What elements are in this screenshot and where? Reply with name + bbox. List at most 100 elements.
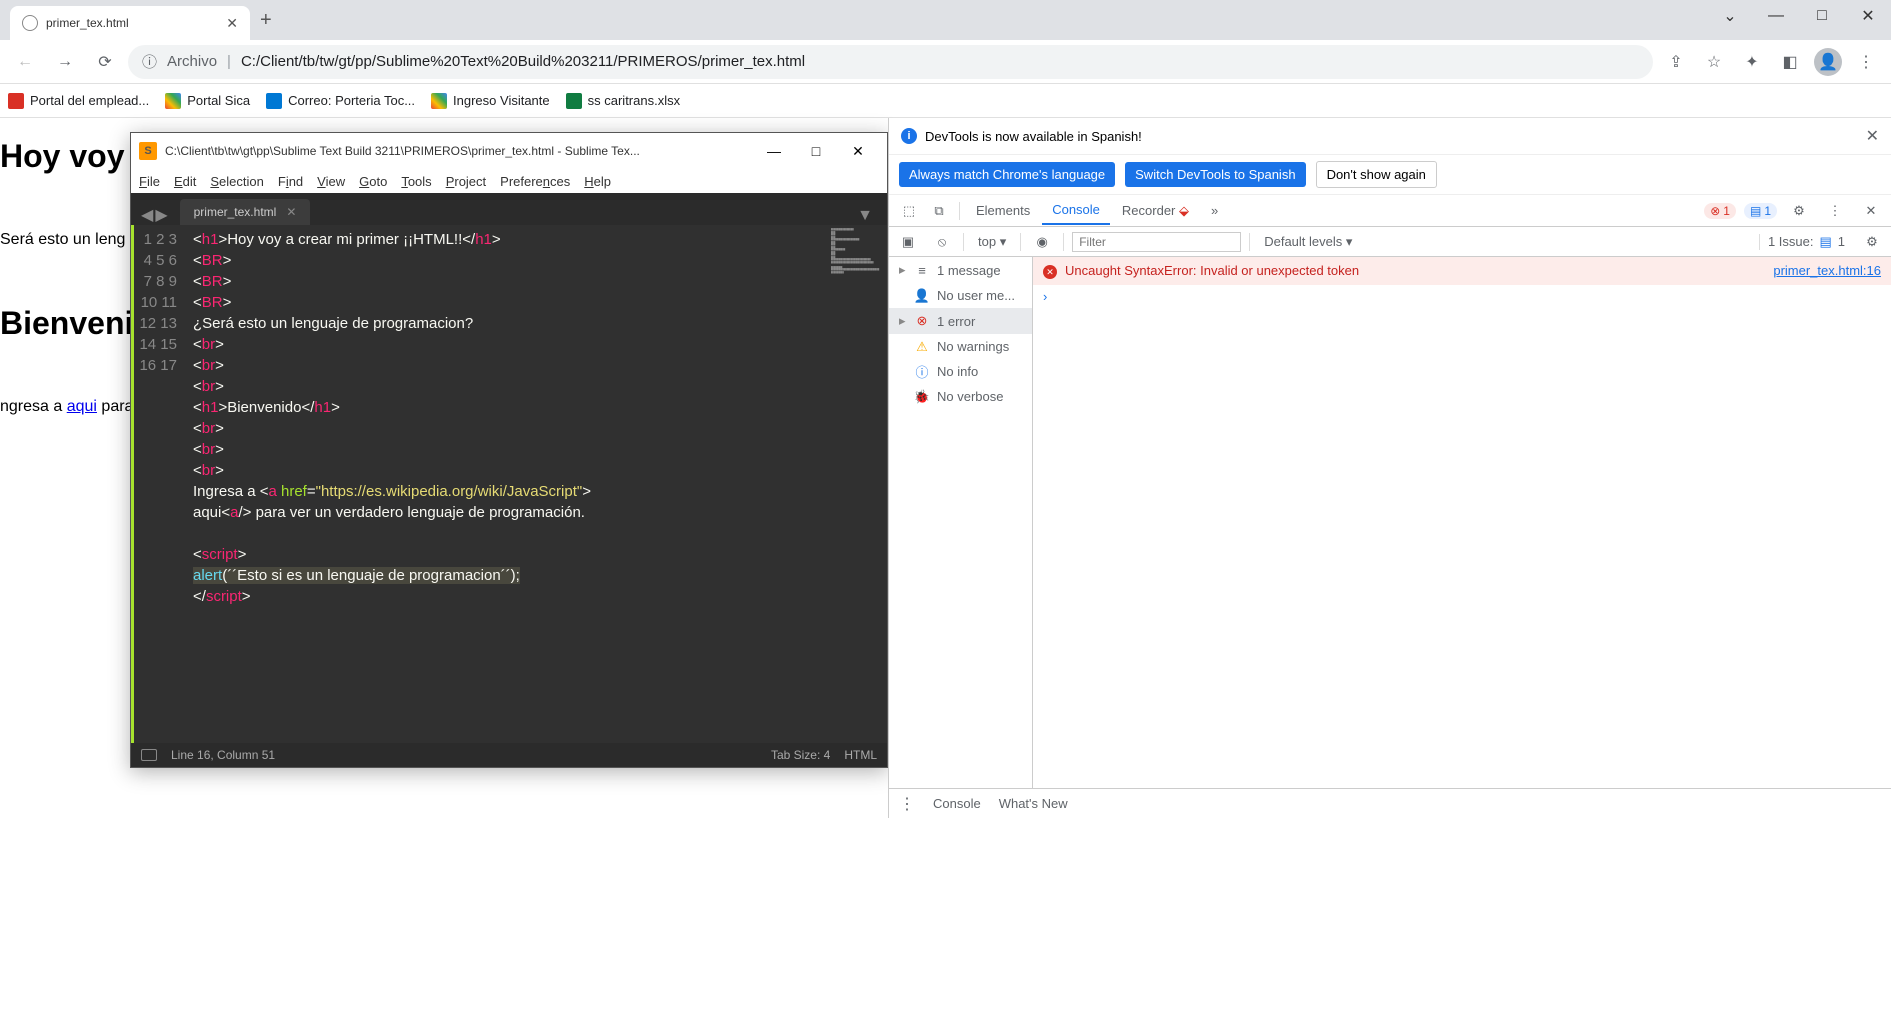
console-prompt[interactable]: › <box>1033 285 1891 308</box>
browser-tab-strip: primer_tex.html ✕ + ⌄ — □ ✕ <box>0 0 1891 40</box>
devtools-tabs: ⬚ ⧉ Elements Console Recorder ⬙ » ⊗ 1 ▤ … <box>889 195 1891 227</box>
clear-console-icon[interactable]: ⦸ <box>929 229 955 255</box>
error-source-link[interactable]: primer_tex.html:16 <box>1773 263 1881 279</box>
console-settings-icon[interactable]: ⚙ <box>1859 229 1885 255</box>
sidebar-info[interactable]: ⓘNo info <box>889 359 1032 384</box>
sidebar-user[interactable]: 👤No user me... <box>889 283 1032 308</box>
reload-button[interactable]: ⟳ <box>88 45 122 79</box>
device-toggle-icon[interactable]: ⧉ <box>925 197 953 225</box>
info-icon: i <box>901 128 917 144</box>
browser-tab[interactable]: primer_tex.html ✕ <box>10 6 250 40</box>
error-icon: ✕ <box>1043 265 1057 279</box>
close-file-icon[interactable]: ✕ <box>286 205 296 219</box>
sublime-editor[interactable]: 1 2 3 4 5 6 7 8 9 10 11 12 13 14 15 16 1… <box>131 225 887 743</box>
page-h1: Hoy voy <box>0 138 133 175</box>
window-caret[interactable]: ⌄ <box>1707 0 1753 32</box>
address-bar[interactable]: ⓘ Archivo | C:/Client/tb/tw/gt/pp/Sublim… <box>128 45 1653 79</box>
tab-more[interactable]: » <box>1201 197 1228 224</box>
settings-icon[interactable]: ⚙ <box>1785 197 1813 225</box>
sidebar-errors[interactable]: ▸⊗1 error <box>889 308 1032 334</box>
menu-icon[interactable]: ⋮ <box>1849 45 1883 79</box>
url-scheme: Archivo <box>167 53 217 70</box>
back-button[interactable]: ← <box>8 45 42 79</box>
sidebar-messages[interactable]: ▸≡1 message <box>889 257 1032 283</box>
tab-recorder[interactable]: Recorder ⬙ <box>1112 197 1199 225</box>
menu-find[interactable]: Find <box>278 174 303 189</box>
window-maximize[interactable]: □ <box>1799 0 1845 32</box>
line-numbers: 1 2 3 4 5 6 7 8 9 10 11 12 13 14 15 16 1… <box>131 225 187 743</box>
issues-badge[interactable]: 1 Issue: ▤ 1 <box>1759 234 1851 250</box>
tab-nav[interactable]: ◀▶ <box>137 205 172 225</box>
sidebar-verbose[interactable]: 🐞No verbose <box>889 384 1032 409</box>
dont-show-button[interactable]: Don't show again <box>1316 161 1437 188</box>
always-match-button[interactable]: Always match Chrome's language <box>899 162 1115 187</box>
globe-icon <box>22 15 38 31</box>
tab-elements[interactable]: Elements <box>966 197 1040 224</box>
banner-close-icon[interactable]: ✕ <box>1866 126 1879 146</box>
sublime-maximize[interactable]: □ <box>795 136 837 166</box>
share-icon[interactable]: ⇪ <box>1659 45 1693 79</box>
console-error-row[interactable]: ✕ Uncaught SyntaxError: Invalid or unexp… <box>1033 257 1891 285</box>
drawer-whatsnew-tab[interactable]: What's New <box>999 796 1068 811</box>
menu-goto[interactable]: Goto <box>359 174 387 189</box>
profile-avatar[interactable]: 👤 <box>1811 45 1845 79</box>
drawer-console-tab[interactable]: Console <box>933 796 981 811</box>
sublime-titlebar[interactable]: S C:\Client\tb\tw\gt\pp\Sublime Text Bui… <box>131 133 887 169</box>
banner-text: DevTools is now available in Spanish! <box>925 129 1142 144</box>
tab-console[interactable]: Console <box>1042 196 1110 225</box>
sublime-minimize[interactable]: — <box>753 136 795 166</box>
bookmark-item[interactable]: Ingreso Visitante <box>431 93 550 109</box>
bookmark-star-icon[interactable]: ☆ <box>1697 45 1731 79</box>
menu-view[interactable]: View <box>317 174 345 189</box>
sidebar-toggle-icon[interactable]: ▣ <box>895 229 921 255</box>
inspect-icon[interactable]: ⬚ <box>895 197 923 225</box>
sublime-app-icon: S <box>139 142 157 160</box>
live-expression-icon[interactable]: ◉ <box>1029 229 1055 255</box>
filter-input[interactable] <box>1072 232 1241 252</box>
page-link[interactable]: aqui <box>67 398 97 415</box>
sublime-menu-bar: File Edit Selection Find View Goto Tools… <box>131 169 887 193</box>
side-panel-icon[interactable]: ◧ <box>1773 45 1807 79</box>
context-select[interactable]: top ▾ <box>972 232 1012 252</box>
menu-preferences[interactable]: Preferences <box>500 174 570 189</box>
close-tab-icon[interactable]: ✕ <box>226 15 238 32</box>
sidebar-warnings[interactable]: ⚠No warnings <box>889 334 1032 359</box>
menu-tools[interactable]: Tools <box>401 174 431 189</box>
tab-dropdown-icon[interactable]: ▼ <box>849 207 881 225</box>
minimap[interactable]: ████████████████ ███ ███ ███ ███████████… <box>827 225 887 743</box>
forward-button[interactable]: → <box>48 45 82 79</box>
cursor-position[interactable]: Line 16, Column 51 <box>171 748 275 762</box>
bookmark-item[interactable]: Portal Sica <box>165 93 250 109</box>
bookmark-icon <box>266 93 282 109</box>
console-output[interactable]: ✕ Uncaught SyntaxError: Invalid or unexp… <box>1033 257 1891 788</box>
syntax-mode[interactable]: HTML <box>844 748 877 762</box>
panel-icon[interactable] <box>141 749 157 761</box>
drawer-menu-icon[interactable]: ⋮ <box>899 794 915 814</box>
menu-file[interactable]: File <box>139 174 160 189</box>
new-tab-button[interactable]: + <box>260 9 272 32</box>
site-info-icon[interactable]: ⓘ <box>142 51 157 72</box>
switch-spanish-button[interactable]: Switch DevTools to Spanish <box>1125 162 1305 187</box>
menu-edit[interactable]: Edit <box>174 174 196 189</box>
devtools-close-icon[interactable]: ✕ <box>1857 197 1885 225</box>
sublime-close[interactable]: ✕ <box>837 136 879 166</box>
message-count-badge[interactable]: ▤ 1 <box>1744 203 1777 219</box>
sublime-file-tab[interactable]: primer_tex.html ✕ <box>180 199 311 225</box>
devtools-menu-icon[interactable]: ⋮ <box>1821 197 1849 225</box>
menu-project[interactable]: Project <box>446 174 486 189</box>
bookmark-item[interactable]: Portal del emplead... <box>8 93 149 109</box>
bookmark-item[interactable]: ss caritrans.xlsx <box>566 93 680 109</box>
page-h1: Bienveni <box>0 305 133 342</box>
window-close[interactable]: ✕ <box>1845 0 1891 32</box>
code-area[interactable]: <h1>Hoy voy a crear mi primer ¡¡HTML!!</… <box>187 225 827 743</box>
bookmark-item[interactable]: Correo: Porteria Toc... <box>266 93 415 109</box>
window-minimize[interactable]: — <box>1753 0 1799 32</box>
url-separator: | <box>227 53 231 70</box>
log-levels-select[interactable]: Default levels ▾ <box>1258 232 1358 252</box>
extensions-icon[interactable]: ✦ <box>1735 45 1769 79</box>
url-path: C:/Client/tb/tw/gt/pp/Sublime%20Text%20B… <box>241 53 805 70</box>
menu-help[interactable]: Help <box>584 174 611 189</box>
menu-selection[interactable]: Selection <box>210 174 263 189</box>
error-count-badge[interactable]: ⊗ 1 <box>1704 203 1736 219</box>
tab-size[interactable]: Tab Size: 4 <box>771 748 830 762</box>
